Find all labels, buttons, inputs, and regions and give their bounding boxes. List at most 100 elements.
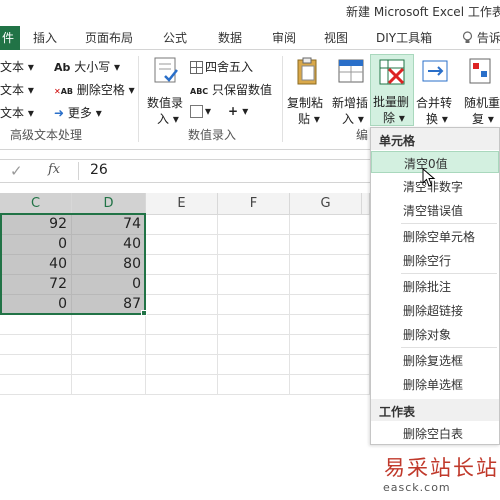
cell-empty[interactable]: [146, 355, 218, 375]
cell-e3[interactable]: [146, 255, 218, 275]
cell-f3[interactable]: [218, 255, 290, 275]
cell-d4[interactable]: 0: [72, 275, 146, 295]
cell-empty[interactable]: [72, 315, 146, 335]
cell-d1[interactable]: 74: [72, 215, 146, 235]
case-label: 大小写: [74, 60, 111, 74]
column-header-f[interactable]: F: [218, 193, 290, 215]
menu-item-delete-checkboxes[interactable]: 删除复选框: [371, 349, 499, 371]
cell-g3[interactable]: [290, 255, 370, 275]
number-entry-button[interactable]: 数值录 入 ▾: [145, 56, 187, 126]
cell-empty[interactable]: [290, 355, 370, 375]
merge-convert-button[interactable]: 合并转 换 ▾: [414, 56, 458, 126]
tab-view[interactable]: 视图: [324, 29, 348, 46]
cell-empty[interactable]: [290, 335, 370, 355]
cell-d3[interactable]: 80: [72, 255, 146, 275]
column-header-h[interactable]: [362, 193, 370, 215]
tab-review[interactable]: 审阅: [272, 29, 296, 46]
cell-empty[interactable]: [218, 355, 290, 375]
cell-g4[interactable]: [290, 275, 370, 295]
copy-paste-button[interactable]: 复制粘 贴 ▾: [286, 56, 330, 126]
cell-empty[interactable]: [290, 375, 370, 395]
insert-button[interactable]: 新增插 入 ▾: [330, 56, 374, 126]
cell-empty[interactable]: [0, 335, 72, 355]
more-button[interactable]: ➜ 更多 ▾: [54, 104, 102, 121]
menu-item-delete-empty-cells[interactable]: 删除空单元格: [371, 225, 499, 247]
tab-formulas[interactable]: 公式: [163, 29, 187, 46]
cell-f2[interactable]: [218, 235, 290, 255]
case-button[interactable]: Ab 大小写 ▾: [54, 58, 120, 75]
cell-empty[interactable]: [146, 335, 218, 355]
tab-tell-me[interactable]: 告诉: [462, 29, 500, 46]
column-header-d[interactable]: D: [72, 193, 146, 215]
cell-c4[interactable]: 72: [0, 275, 72, 295]
cell-c2[interactable]: 0: [0, 235, 72, 255]
insert-function-button[interactable]: fx: [48, 162, 60, 177]
cell-f5[interactable]: [218, 295, 290, 315]
text-dropdown-1[interactable]: 文本 ▾: [0, 58, 34, 75]
menu-item-delete-objects[interactable]: 删除对象: [371, 323, 499, 345]
round-button[interactable]: 四舍五入: [190, 58, 253, 75]
text-dropdown-3[interactable]: 文本 ▾: [0, 104, 34, 121]
menu-section-cell: 单元格: [371, 128, 499, 150]
tab-insert[interactable]: 插入: [33, 29, 57, 46]
random-label-1: 随机重: [464, 96, 500, 110]
menu-item-delete-comments[interactable]: 删除批注: [371, 275, 499, 297]
random-repeat-button[interactable]: 随机重 复 ▾: [460, 56, 500, 126]
menu-item-delete-empty-rows[interactable]: 删除空行: [371, 249, 499, 271]
cell-empty[interactable]: [0, 355, 72, 375]
menu-item-delete-hyperlinks[interactable]: 删除超链接: [371, 299, 499, 321]
fill-handle[interactable]: [141, 310, 147, 316]
tab-diy-toolbox[interactable]: DIY工具箱: [376, 29, 432, 46]
cell-g5[interactable]: [290, 295, 370, 315]
cell-empty[interactable]: [290, 315, 370, 335]
copy-paste-label-2: 贴 ▾: [298, 112, 320, 126]
cell-empty[interactable]: [146, 375, 218, 395]
formula-divider: [78, 162, 79, 180]
column-header-c[interactable]: C: [0, 193, 72, 215]
formula-input[interactable]: 26: [90, 162, 108, 178]
tab-page-layout[interactable]: 页面布局: [85, 29, 133, 46]
cell-e4[interactable]: [146, 275, 218, 295]
watermark-logo: 易采站长站: [384, 456, 499, 480]
formula-bar: ✓ fx 26: [0, 150, 370, 190]
cell-c3[interactable]: 40: [0, 255, 72, 275]
cell-empty[interactable]: [72, 335, 146, 355]
cell-d2[interactable]: 40: [72, 235, 146, 255]
cell-c1[interactable]: 92: [0, 215, 72, 235]
cell-empty[interactable]: [218, 335, 290, 355]
cell-f1[interactable]: [218, 215, 290, 235]
cell-e1[interactable]: [146, 215, 218, 235]
number-group-label: 数值录入: [188, 128, 237, 142]
cell-empty[interactable]: [72, 375, 146, 395]
plus-button[interactable]: + ▾: [228, 104, 248, 118]
cell-empty[interactable]: [72, 355, 146, 375]
cell-e5[interactable]: [146, 295, 218, 315]
cell-e2[interactable]: [146, 235, 218, 255]
column-header-g[interactable]: G: [290, 193, 362, 215]
cell-empty[interactable]: [218, 375, 290, 395]
cell-empty[interactable]: [0, 315, 72, 335]
delete-spaces-button[interactable]: ✕AB 删除空格 ▾: [54, 81, 135, 98]
column-header-e[interactable]: E: [146, 193, 218, 215]
menu-item-clear-errors[interactable]: 清空错误值: [371, 199, 499, 221]
number-format-button[interactable]: ▾: [190, 104, 211, 118]
menu-item-delete-radio-buttons[interactable]: 删除单选框: [371, 373, 499, 395]
tab-file[interactable]: 件: [0, 26, 20, 50]
enter-check-icon[interactable]: ✓: [10, 162, 23, 180]
menu-item-delete-blank-sheets[interactable]: 删除空白表: [371, 422, 499, 444]
cell-empty[interactable]: [0, 375, 72, 395]
merge-label-2-text: 换: [426, 112, 439, 126]
keep-values-button[interactable]: ABC 只保留数值: [190, 81, 272, 98]
batch-delete-button[interactable]: 批量删 除 ▾: [370, 54, 414, 126]
cell-c5[interactable]: 0: [0, 295, 72, 315]
cell-empty[interactable]: [146, 315, 218, 335]
case-icon: Ab: [54, 61, 71, 74]
cell-f4[interactable]: [218, 275, 290, 295]
edit-icon: [190, 105, 203, 118]
cell-g1[interactable]: [290, 215, 370, 235]
cell-d5[interactable]: 87: [72, 295, 146, 315]
text-dropdown-2[interactable]: 文本 ▾: [0, 81, 34, 98]
cell-g2[interactable]: [290, 235, 370, 255]
tab-data[interactable]: 数据: [218, 29, 242, 46]
cell-empty[interactable]: [218, 315, 290, 335]
